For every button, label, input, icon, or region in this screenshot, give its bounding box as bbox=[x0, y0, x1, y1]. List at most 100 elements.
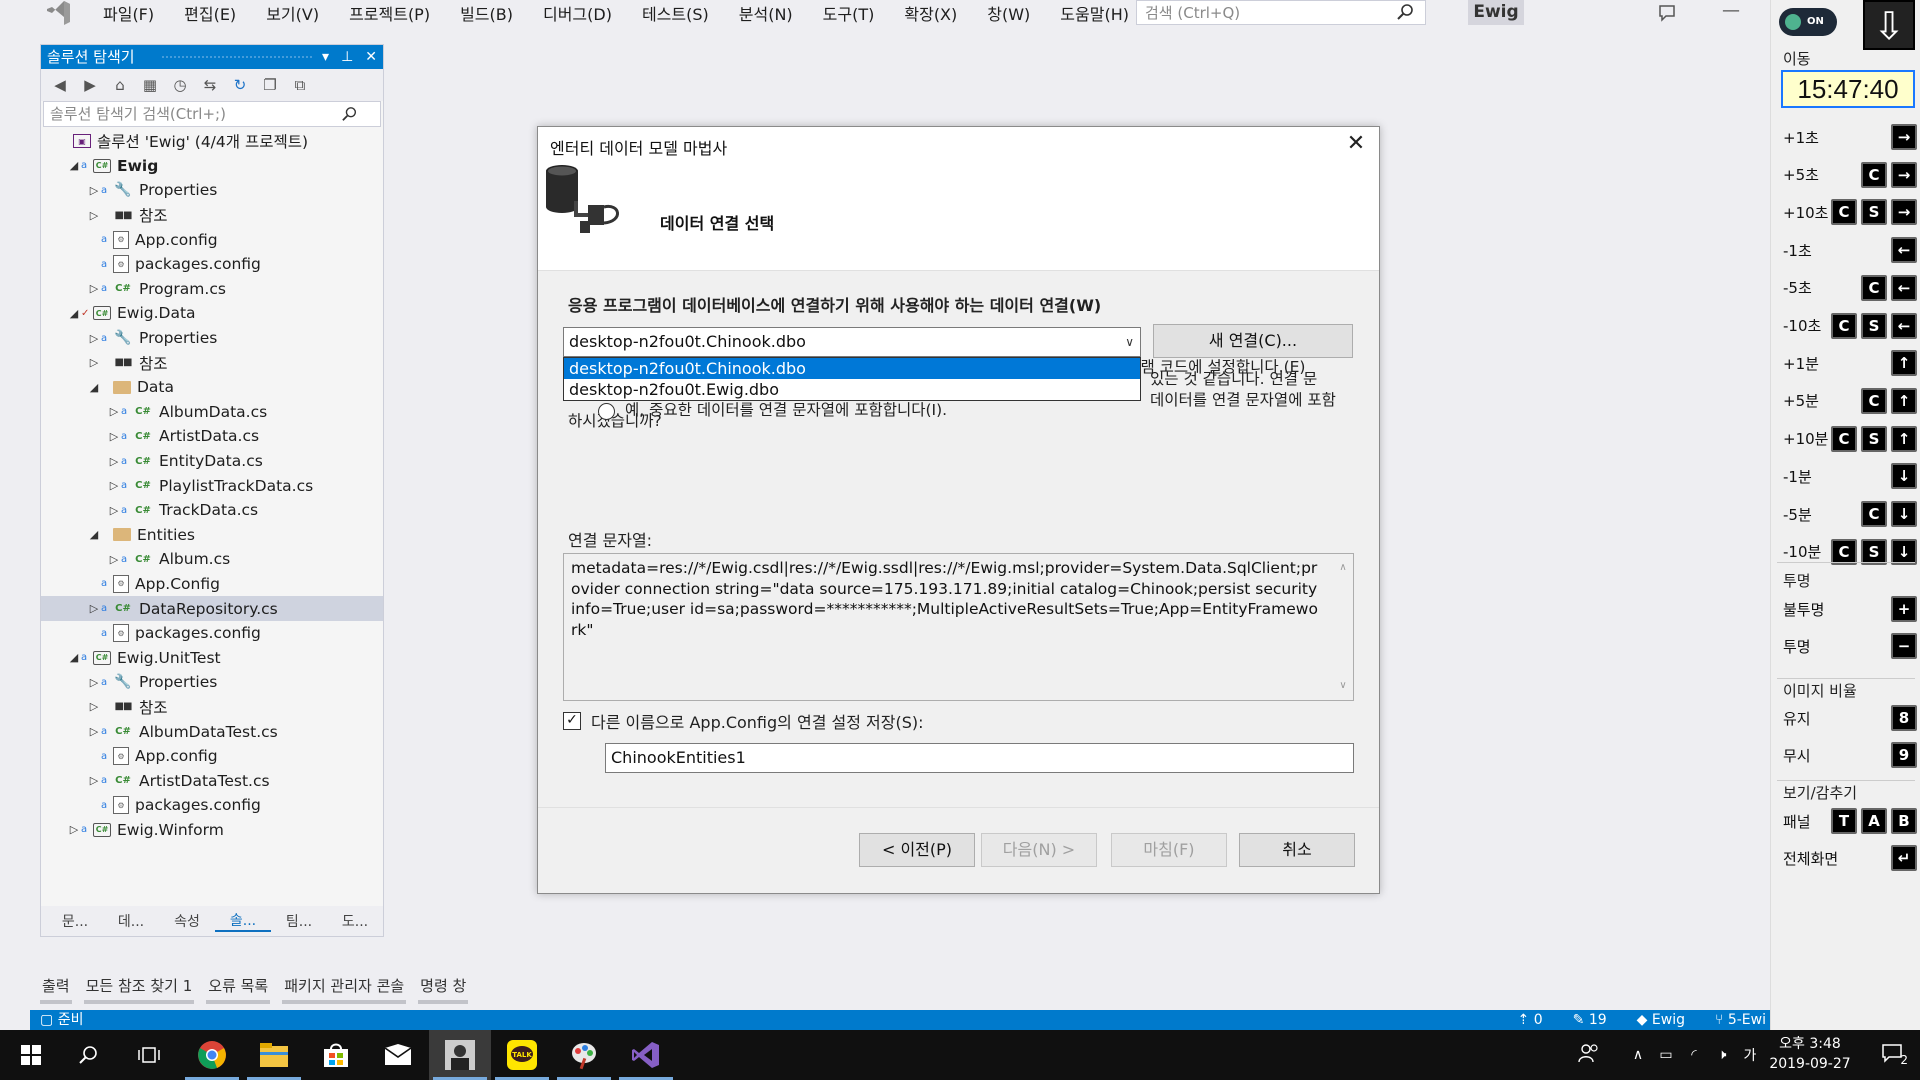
ime-indicator[interactable]: 가 bbox=[1736, 1045, 1764, 1065]
file-explorer-icon[interactable] bbox=[243, 1030, 305, 1080]
tool-window-tab[interactable]: 명령 창 bbox=[412, 975, 474, 1004]
expand-arrow-icon[interactable]: ▷ bbox=[67, 823, 81, 836]
download-arrow-icon[interactable]: ⇩ bbox=[1863, 0, 1915, 50]
save-connection-checkbox[interactable]: ✓ bbox=[563, 712, 581, 730]
tree-node[interactable]: ▷ a C# Album.cs bbox=[41, 547, 383, 572]
panel-tab[interactable]: 팀... bbox=[271, 911, 327, 931]
scroll-down-icon[interactable]: ∨ bbox=[1333, 676, 1353, 697]
right-arrow-key[interactable]: → bbox=[1891, 124, 1917, 150]
switch-views-icon[interactable]: ▦ bbox=[139, 74, 161, 96]
shift-key[interactable]: S bbox=[1861, 312, 1887, 339]
panel-row[interactable]: 패널 TAB bbox=[1783, 808, 1917, 834]
ctrl-key[interactable]: C bbox=[1831, 199, 1857, 226]
menu-item[interactable]: 테스트(S) bbox=[627, 1, 724, 25]
expand-arrow-icon[interactable]: ▷ bbox=[107, 553, 121, 566]
shift-key[interactable]: S bbox=[1861, 425, 1887, 452]
tool-window-tab[interactable]: 패키지 관리자 콘솔 bbox=[276, 975, 412, 1004]
ctrl-key[interactable]: C bbox=[1831, 538, 1857, 565]
ctrl-key[interactable]: C bbox=[1861, 501, 1887, 527]
time-shift-row[interactable]: +10초 C S → bbox=[1783, 199, 1917, 226]
notification-icon[interactable]: 2 bbox=[1864, 1043, 1920, 1067]
up-arrow-key[interactable]: ↑ bbox=[1891, 425, 1917, 452]
connection-option[interactable]: desktop-n2fou0t.Ewig.dbo bbox=[564, 379, 1140, 400]
panel-tab[interactable]: 도... bbox=[327, 911, 383, 931]
tool-window-tab[interactable]: 출력 bbox=[34, 975, 78, 1004]
menu-item[interactable]: 디버그(D) bbox=[528, 1, 627, 25]
paint-icon[interactable] bbox=[553, 1030, 615, 1080]
panel-key[interactable]: A bbox=[1861, 808, 1887, 834]
tree-node[interactable]: ▷ a C# Program.cs bbox=[41, 277, 383, 302]
ctrl-key[interactable]: C bbox=[1861, 387, 1887, 414]
expand-arrow-icon[interactable]: ▷ bbox=[87, 209, 101, 222]
expand-arrow-icon[interactable]: ▷ bbox=[87, 700, 101, 713]
expand-arrow-icon[interactable]: ▷ bbox=[87, 602, 101, 615]
cancel-button[interactable]: 취소 bbox=[1239, 833, 1355, 867]
time-shift-row[interactable]: -10초 C S ← bbox=[1783, 312, 1917, 339]
people-icon[interactable] bbox=[1554, 1043, 1624, 1067]
time-display[interactable]: 15:47:40 bbox=[1781, 70, 1915, 108]
time-shift-row[interactable]: -5초 C ← bbox=[1783, 274, 1917, 301]
menu-item[interactable]: 보기(V) bbox=[251, 1, 334, 25]
right-arrow-key[interactable]: → bbox=[1891, 161, 1917, 188]
connection-select[interactable]: desktop-n2fou0t.Chinook.dbo ∨ bbox=[563, 327, 1141, 357]
visual-studio-icon[interactable] bbox=[615, 1030, 677, 1080]
ctrl-key[interactable]: C bbox=[1831, 312, 1857, 339]
kakaotalk-icon[interactable]: TALK bbox=[491, 1030, 553, 1080]
taskbar-clock[interactable]: 오후 3:48 2019-09-27 bbox=[1765, 1034, 1855, 1074]
scroll-up-icon[interactable]: ∧ bbox=[1333, 558, 1353, 579]
shift-key[interactable]: S bbox=[1861, 199, 1887, 226]
expand-arrow-icon[interactable]: ▷ bbox=[107, 504, 121, 517]
ignore-ratio-row[interactable]: 무시 9 bbox=[1783, 742, 1917, 768]
ctrl-key[interactable]: C bbox=[1861, 161, 1887, 188]
save-connection-option[interactable]: ✓ 다른 이름으로 App.Config의 연결 설정 저장(S): bbox=[563, 709, 924, 733]
menu-item[interactable]: 분석(N) bbox=[724, 1, 808, 25]
panel-tab[interactable]: 데... bbox=[103, 911, 159, 931]
dialog-close-button[interactable]: ✕ bbox=[1343, 131, 1369, 157]
store-icon[interactable] bbox=[305, 1030, 367, 1080]
back-icon[interactable]: ◀ bbox=[49, 74, 71, 96]
expand-arrow-icon[interactable]: ▷ bbox=[87, 184, 101, 197]
tree-node[interactable]: ◢ a C# Ewig bbox=[41, 154, 383, 179]
close-icon[interactable]: ✕ bbox=[365, 45, 377, 69]
search-box[interactable]: 검색 (Ctrl+Q) bbox=[1136, 0, 1426, 25]
time-shift-row[interactable]: -1초 ← bbox=[1783, 237, 1917, 264]
battery-icon[interactable]: ▭ bbox=[1652, 1047, 1680, 1063]
tree-node[interactable]: ▷ a C# ArtistData.cs bbox=[41, 424, 383, 449]
right-arrow-key[interactable]: → bbox=[1891, 199, 1917, 226]
tree-node[interactable]: ◢ Data bbox=[41, 375, 383, 400]
panel-key[interactable]: T bbox=[1831, 808, 1857, 834]
pending-changes-icon[interactable]: ◷ bbox=[169, 74, 191, 96]
time-shift-row[interactable]: -10분 C S ↓ bbox=[1783, 538, 1917, 565]
tree-node[interactable]: ▷ ■■ 참조 bbox=[41, 350, 383, 375]
expand-arrow-icon[interactable]: ◢ bbox=[67, 159, 81, 172]
expand-arrow-icon[interactable]: ▷ bbox=[87, 725, 101, 738]
time-shift-row[interactable]: -5분 C ↓ bbox=[1783, 501, 1917, 527]
menu-item[interactable]: 편집(E) bbox=[169, 1, 251, 25]
key-8[interactable]: 8 bbox=[1891, 705, 1917, 731]
tree-node[interactable]: ◢ ✓ C# Ewig.Data bbox=[41, 301, 383, 326]
tree-node[interactable]: ◢ Entities bbox=[41, 523, 383, 548]
home-icon[interactable]: ⌂ bbox=[109, 74, 131, 96]
time-shift-row[interactable]: +10분 C S ↑ bbox=[1783, 425, 1917, 452]
expand-arrow-icon[interactable]: ▷ bbox=[107, 430, 121, 443]
forward-icon[interactable]: ▶ bbox=[79, 74, 101, 96]
pin-icon[interactable]: ⊥ bbox=[341, 45, 353, 69]
photo-app-icon[interactable] bbox=[429, 1030, 491, 1080]
up-arrow-key[interactable]: ↑ bbox=[1891, 387, 1917, 414]
expand-arrow-icon[interactable]: ▷ bbox=[107, 455, 121, 468]
connection-string-scrollbar[interactable]: ∧ ∨ bbox=[1333, 554, 1353, 700]
menu-item[interactable]: 빌드(B) bbox=[445, 1, 528, 25]
feedback-icon[interactable] bbox=[1656, 2, 1678, 28]
start-icon[interactable] bbox=[0, 1030, 62, 1080]
task-view-icon[interactable] bbox=[118, 1030, 180, 1080]
volume-muted-icon[interactable]: 🕨 bbox=[1708, 1047, 1736, 1063]
menu-item[interactable]: 파일(F) bbox=[88, 1, 169, 25]
minimize-button[interactable]: — bbox=[1718, 0, 1744, 26]
shift-key[interactable]: S bbox=[1861, 538, 1887, 565]
panel-tab[interactable]: 속성 bbox=[159, 911, 215, 931]
tree-node[interactable]: ▷ a C# DataRepository.cs bbox=[41, 596, 383, 621]
repo-indicator[interactable]: ◆ Ewig bbox=[1637, 1010, 1685, 1030]
time-shift-row[interactable]: -1분 ↓ bbox=[1783, 463, 1917, 490]
time-shift-row[interactable]: +1분 ↑ bbox=[1783, 350, 1917, 377]
transparent-row[interactable]: 투명 − bbox=[1783, 633, 1917, 659]
